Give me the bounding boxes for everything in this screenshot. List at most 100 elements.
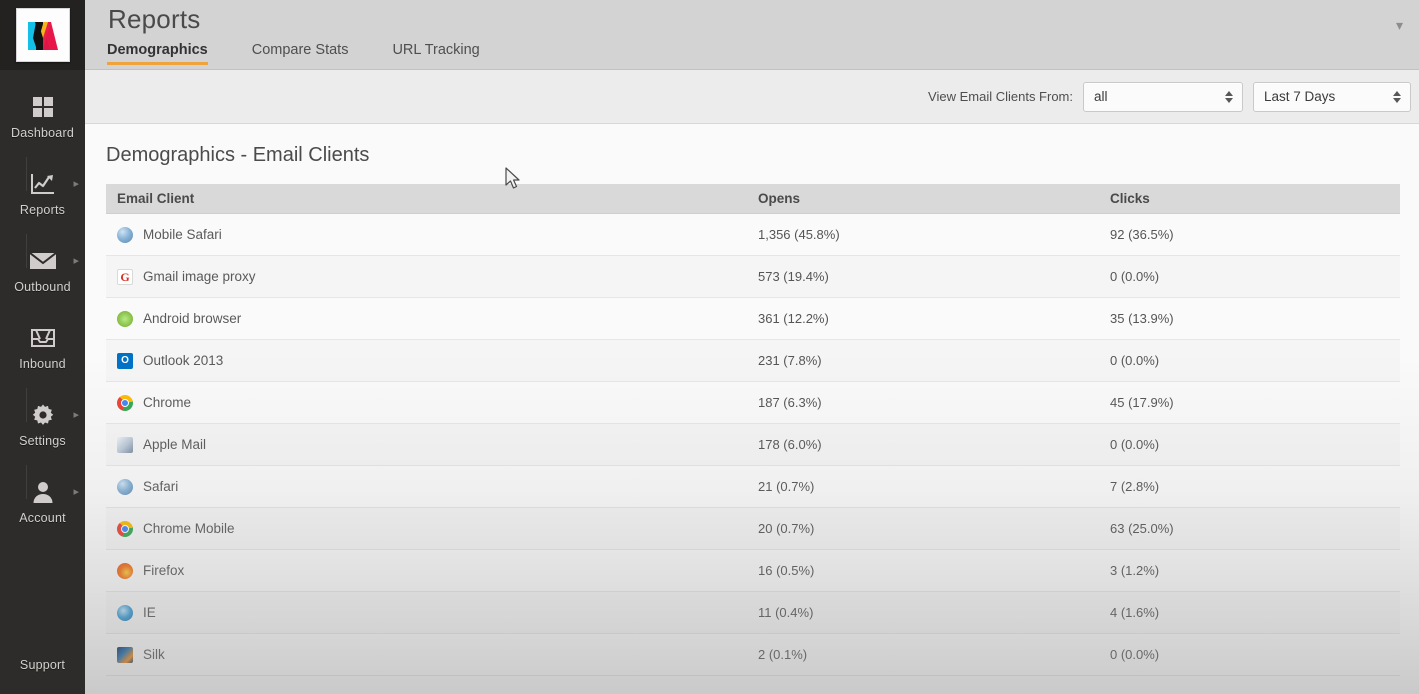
tab-demographics[interactable]: Demographics bbox=[107, 42, 208, 65]
mandrill-logo-icon bbox=[15, 8, 70, 62]
chevron-right-icon[interactable]: ▸ bbox=[73, 256, 79, 267]
tab-url-tracking[interactable]: URL Tracking bbox=[392, 42, 479, 65]
cell-clicks: 0 (0.0%) bbox=[1110, 269, 1160, 284]
table-row[interactable]: O Outlook 2013 231 (7.8%) 0 (0.0%) bbox=[106, 340, 1400, 382]
cell-email-client: Apple Mail bbox=[106, 436, 758, 453]
logo-container[interactable] bbox=[0, 0, 85, 70]
date-range-select[interactable]: Last 7 Days bbox=[1253, 81, 1411, 112]
divider bbox=[26, 157, 27, 191]
table-row[interactable]: IE 11 (0.4%) 4 (1.6%) bbox=[106, 592, 1400, 634]
cell-opens: 573 (19.4%) bbox=[758, 269, 829, 284]
cell-email-client: Mobile Safari bbox=[106, 226, 758, 243]
column-header-clicks[interactable]: Clicks bbox=[1110, 191, 1400, 206]
client-name: Outlook 2013 bbox=[143, 353, 224, 368]
divider bbox=[26, 388, 27, 422]
cell-email-client: Chrome Mobile bbox=[106, 520, 758, 537]
divider bbox=[26, 234, 27, 268]
cell-opens: 11 (0.4%) bbox=[758, 605, 814, 620]
client-name: Chrome Mobile bbox=[143, 521, 235, 536]
email-client-source-select[interactable]: all bbox=[1083, 81, 1243, 112]
table-row[interactable]: Chrome Mobile 20 (0.7%) 63 (25.0%) bbox=[106, 508, 1400, 550]
client-name: IE bbox=[143, 605, 156, 620]
table-row[interactable]: Chrome 187 (6.3%) 45 (17.9%) bbox=[106, 382, 1400, 424]
sidebar-item-label: Settings bbox=[19, 434, 66, 448]
client-name: Firefox bbox=[143, 563, 185, 578]
table-row[interactable]: Firefox 16 (0.5%) 3 (1.2%) bbox=[106, 550, 1400, 592]
cell-clicks: 4 (1.6%) bbox=[1110, 605, 1160, 620]
client-name: Mobile Safari bbox=[143, 227, 222, 242]
stepper-icon bbox=[1225, 90, 1233, 103]
sidebar-item-outbound[interactable]: Outbound ▸ bbox=[0, 232, 85, 309]
outlook-icon: O bbox=[117, 352, 133, 369]
column-header-email-client[interactable]: Email Client bbox=[106, 191, 758, 206]
table-header-row: Email Client Opens Clicks bbox=[106, 184, 1400, 214]
cell-email-client: G Gmail image proxy bbox=[106, 268, 758, 285]
sidebar-item-label: Dashboard bbox=[11, 126, 74, 140]
stepper-icon bbox=[1393, 90, 1401, 103]
cell-clicks: 7 (2.8%) bbox=[1110, 479, 1160, 494]
table-row[interactable]: Android browser 361 (12.2%) 35 (13.9%) bbox=[106, 298, 1400, 340]
divider bbox=[26, 465, 27, 499]
cell-clicks: 3 (1.2%) bbox=[1110, 563, 1160, 578]
gmail-icon: G bbox=[117, 268, 133, 285]
cell-opens: 2 (0.1%) bbox=[758, 647, 808, 662]
chevron-right-icon[interactable]: ▸ bbox=[73, 487, 79, 498]
firefox-icon bbox=[117, 562, 133, 579]
table-row[interactable]: Apple Mail 178 (6.0%) 0 (0.0%) bbox=[106, 424, 1400, 466]
cell-email-client: Chrome bbox=[106, 394, 758, 411]
select-value: all bbox=[1094, 89, 1108, 104]
main-area: Reports Demographics Compare Stats URL T… bbox=[85, 0, 1419, 694]
chart-icon bbox=[29, 170, 57, 198]
email-clients-table: Email Client Opens Clicks Mobile Safari 1… bbox=[106, 184, 1400, 676]
chevron-down-icon[interactable]: ▾ bbox=[1396, 18, 1403, 32]
cell-opens: 231 (7.8%) bbox=[758, 353, 822, 368]
table-row[interactable]: G Gmail image proxy 573 (19.4%) 0 (0.0%) bbox=[106, 256, 1400, 298]
cell-opens: 187 (6.3%) bbox=[758, 395, 822, 410]
cell-opens: 1,356 (45.8%) bbox=[758, 227, 840, 242]
ie-icon bbox=[117, 604, 133, 621]
sidebar-item-reports[interactable]: Reports ▸ bbox=[0, 155, 85, 232]
table-row[interactable]: Silk 2 (0.1%) 0 (0.0%) bbox=[106, 634, 1400, 676]
tab-compare-stats[interactable]: Compare Stats bbox=[252, 42, 349, 65]
table-body: Mobile Safari 1,356 (45.8%) 92 (36.5%) G Gma… bbox=[106, 214, 1400, 676]
sidebar-item-settings[interactable]: Settings ▸ bbox=[0, 386, 85, 463]
client-name: Safari bbox=[143, 479, 179, 494]
cell-email-client: Android browser bbox=[106, 310, 758, 327]
page-title: Reports bbox=[108, 4, 201, 34]
sidebar: Dashboard Reports ▸ Outbound ▸ Inbound S… bbox=[0, 0, 85, 694]
cell-clicks: 45 (17.9%) bbox=[1110, 395, 1174, 410]
chrome-icon bbox=[117, 394, 133, 411]
cell-clicks: 63 (25.0%) bbox=[1110, 521, 1174, 536]
grid-icon bbox=[29, 93, 57, 121]
gear-icon bbox=[29, 401, 57, 429]
client-name: Android browser bbox=[143, 311, 242, 326]
client-name: Silk bbox=[143, 647, 165, 662]
sidebar-item-support[interactable]: Support bbox=[0, 650, 85, 694]
cell-clicks: 0 (0.0%) bbox=[1110, 437, 1160, 452]
sidebar-item-inbound[interactable]: Inbound bbox=[0, 309, 85, 386]
tab-bar: Demographics Compare Stats URL Tracking bbox=[107, 42, 524, 65]
sidebar-item-label: Inbound bbox=[19, 357, 66, 371]
apple-mail-icon bbox=[117, 436, 133, 453]
client-name: Gmail image proxy bbox=[143, 269, 256, 284]
sidebar-item-account[interactable]: Account ▸ bbox=[0, 463, 85, 540]
cell-clicks: 35 (13.9%) bbox=[1110, 311, 1174, 326]
cell-clicks: 0 (0.0%) bbox=[1110, 647, 1160, 662]
sidebar-item-label: Account bbox=[19, 511, 66, 525]
cell-opens: 21 (0.7%) bbox=[758, 479, 815, 494]
content-area: Demographics - Email Clients Email Clien… bbox=[85, 124, 1419, 694]
table-row[interactable]: Mobile Safari 1,356 (45.8%) 92 (36.5%) bbox=[106, 214, 1400, 256]
android-icon bbox=[117, 310, 133, 327]
filter-label: View Email Clients From: bbox=[928, 89, 1073, 104]
sidebar-item-dashboard[interactable]: Dashboard bbox=[0, 78, 85, 155]
envelope-icon bbox=[28, 247, 57, 275]
chevron-right-icon[interactable]: ▸ bbox=[73, 410, 79, 421]
chevron-right-icon[interactable]: ▸ bbox=[73, 179, 79, 190]
globe-icon bbox=[117, 226, 133, 243]
app-root: Dashboard Reports ▸ Outbound ▸ Inbound S… bbox=[0, 0, 1419, 694]
cell-email-client: O Outlook 2013 bbox=[106, 352, 758, 369]
column-header-opens[interactable]: Opens bbox=[758, 191, 1110, 206]
cell-email-client: IE bbox=[106, 604, 758, 621]
sidebar-item-label: Support bbox=[19, 658, 66, 672]
table-row[interactable]: Safari 21 (0.7%) 7 (2.8%) bbox=[106, 466, 1400, 508]
